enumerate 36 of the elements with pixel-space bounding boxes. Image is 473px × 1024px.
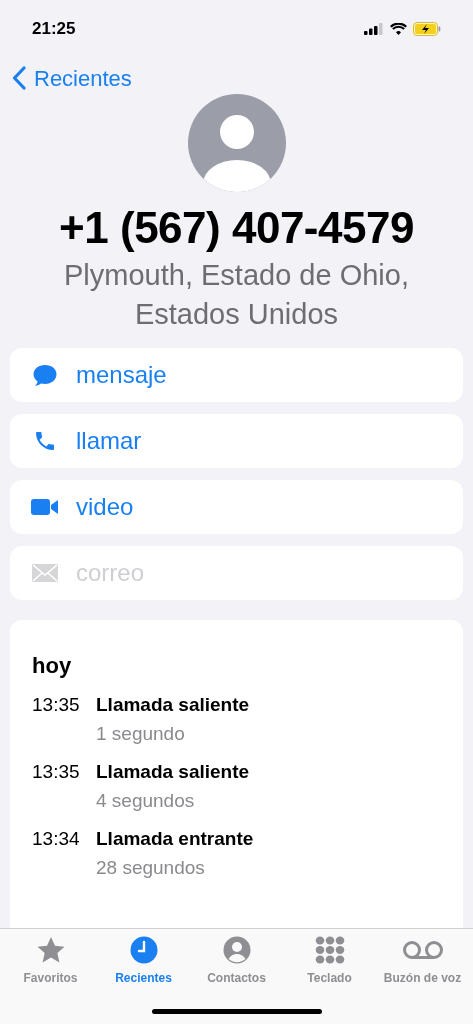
tab-item[interactable]: Buzón de voz [376, 935, 469, 987]
action-button[interactable]: video [10, 480, 463, 534]
status-time: 21:25 [32, 17, 76, 40]
call-type: Llamada saliente [96, 760, 250, 784]
call-time: 13:34 [32, 827, 81, 851]
date-heading: hoy [32, 652, 73, 680]
video-camera-icon [30, 497, 60, 517]
voicemail-icon [401, 940, 444, 960]
back-button[interactable]: Recientes [12, 61, 132, 95]
envelope-icon [31, 563, 59, 583]
call-type: Llamada saliente [96, 693, 250, 717]
action-button[interactable]: llamar [10, 414, 463, 468]
avatar-icon [187, 94, 286, 192]
call-time: 13:35 [32, 760, 81, 784]
signal-icon [364, 22, 384, 35]
message-icon [32, 363, 58, 387]
action-button[interactable]: mensaje [10, 348, 463, 402]
call-type: Llamada entrante [96, 827, 254, 851]
tab-item[interactable]: Teclado [283, 935, 376, 987]
call-duration: 1 segundo [96, 722, 186, 746]
person-icon [222, 936, 251, 964]
call-duration: 4 segundos [96, 789, 196, 813]
phone-icon [33, 429, 57, 453]
call-time: 13:35 [32, 693, 81, 717]
tab-item[interactable]: Contactos [190, 935, 283, 987]
star-icon [35, 935, 66, 965]
wifi-icon [390, 22, 407, 35]
tab-item[interactable]: Recientes [97, 935, 190, 987]
clock-icon [129, 936, 158, 964]
call-duration: 28 segundos [96, 856, 206, 880]
tab-item[interactable]: Favoritos [4, 935, 97, 987]
location-text: Plymouth, Estado de Ohio, Estados Unidos [63, 258, 410, 332]
chevron-left-icon [12, 66, 26, 90]
keypad-icon [314, 936, 345, 964]
phone-number: +1 (567) 407-4579 [58, 202, 415, 254]
battery-charging-icon [413, 21, 441, 36]
